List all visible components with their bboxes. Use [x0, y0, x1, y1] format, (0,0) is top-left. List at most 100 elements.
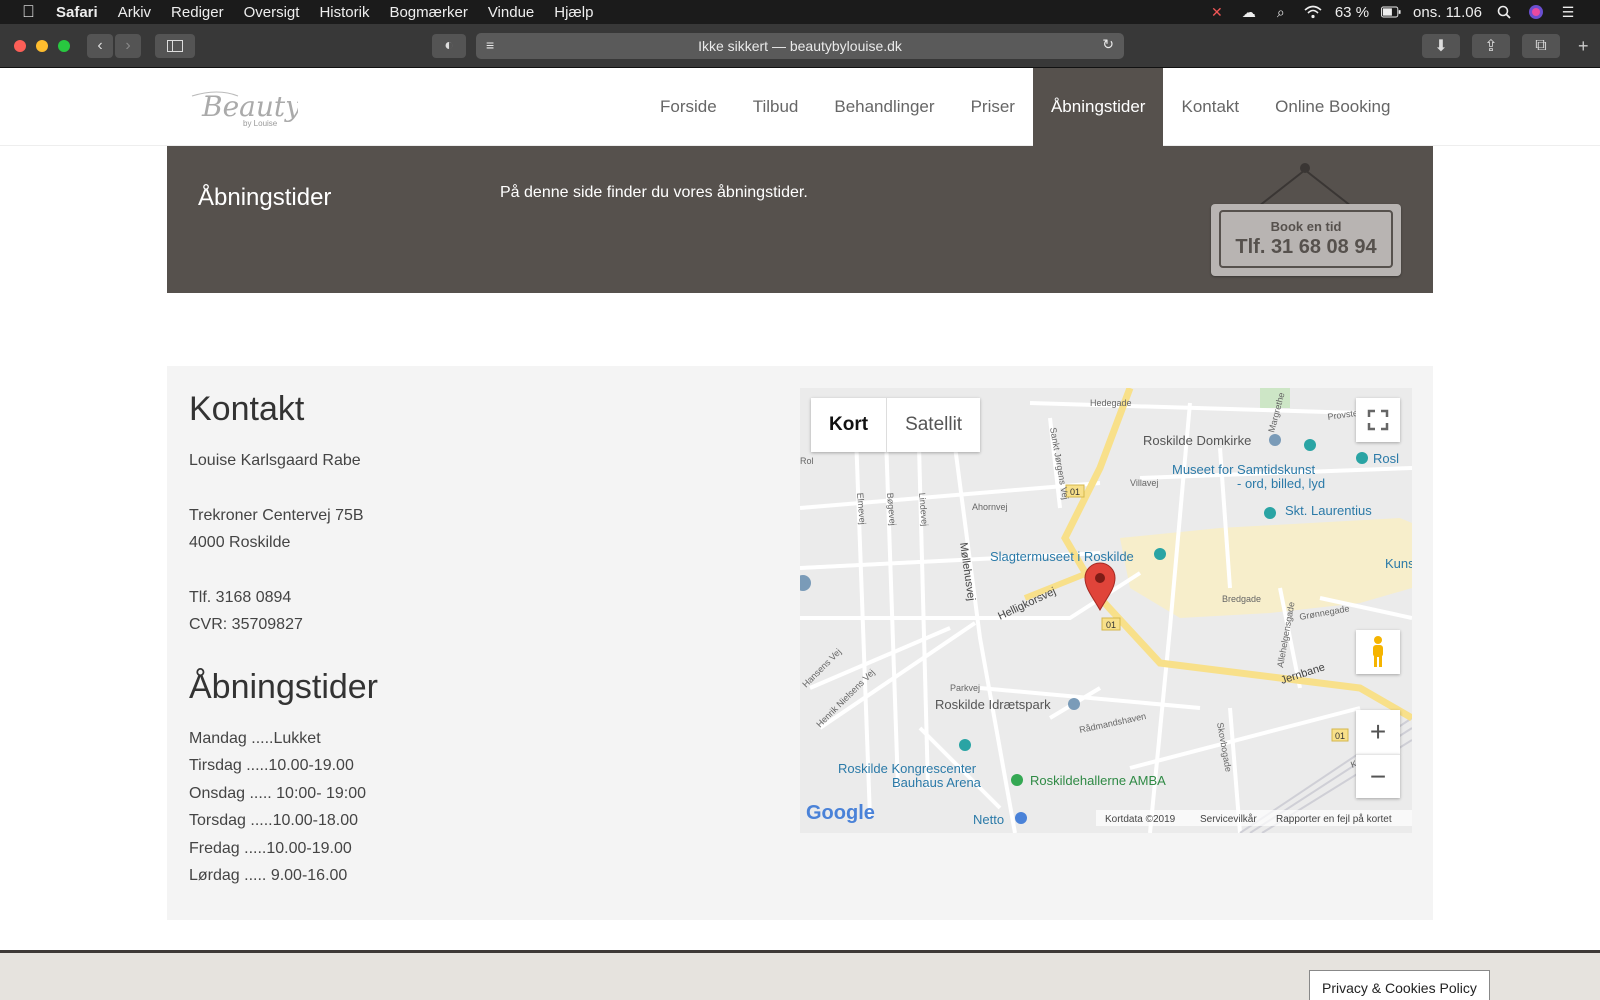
apple-menu-icon[interactable]: : [22, 2, 36, 22]
hours-monday: Mandag .....Lukket: [189, 730, 321, 747]
nav-forside[interactable]: Forside: [642, 68, 735, 146]
window-close-button[interactable]: [14, 40, 26, 52]
contact-heading: Kontakt: [189, 390, 305, 428]
svg-text:Museet for Samtidskunst: Museet for Samtidskunst: [1172, 462, 1315, 477]
sign-board: Book en tid Tlf. 31 68 08 94: [1211, 204, 1401, 276]
hours-tuesday: Tirsdag .....10.00-19.00: [189, 757, 354, 774]
banner-title: Åbningstider: [198, 184, 332, 211]
share-icon[interactable]: ⇪: [1472, 34, 1510, 58]
spotlight-icon[interactable]: [1494, 4, 1514, 20]
hours-heading: Åbningstider: [189, 668, 379, 706]
svg-text:Parkvej: Parkvej: [950, 683, 980, 693]
zoom-out-button[interactable]: −: [1356, 754, 1400, 798]
svg-text:Kuns: Kuns: [1385, 556, 1412, 571]
contact-name: Louise Karlsgaard Rabe: [189, 452, 361, 469]
svg-text:Hedegade: Hedegade: [1090, 398, 1132, 408]
hours-friday: Fredag .....10.00-19.00: [189, 840, 352, 857]
window-minimize-button[interactable]: [36, 40, 48, 52]
svg-text:Slagtermuseet i Roskilde: Slagtermuseet i Roskilde: [990, 549, 1134, 564]
creative-cloud-icon[interactable]: ☁: [1239, 4, 1259, 20]
svg-text:Google: Google: [806, 802, 875, 824]
fullscreen-button[interactable]: [1356, 398, 1400, 442]
window-zoom-button[interactable]: [58, 40, 70, 52]
privacy-shield-icon[interactable]: ◐: [432, 34, 466, 58]
map-type-satellit-button[interactable]: Satellit: [886, 398, 980, 452]
site-footer: Privacy & Cookies Policy: [0, 950, 1600, 1000]
svg-text:Ahornvej: Ahornvej: [972, 502, 1008, 512]
hours-thursday: Torsdag .....10.00-18.00: [189, 812, 358, 829]
web-page: Beauty by Louise Forside Tilbud Behandli…: [0, 68, 1600, 1000]
svg-text:01: 01: [1106, 620, 1116, 630]
svg-text:by Louise: by Louise: [243, 119, 278, 128]
new-tab-icon[interactable]: +: [1578, 36, 1589, 57]
svg-text:Rapporter en fejl på kortet: Rapporter en fejl på kortet: [1276, 813, 1392, 825]
svg-text:- ord, billed, lyd: - ord, billed, lyd: [1237, 476, 1325, 491]
svg-text:Servicevilkår: Servicevilkår: [1200, 813, 1257, 825]
svg-text:Roskilde Domkirke: Roskilde Domkirke: [1143, 433, 1251, 448]
sign-phone: Tlf. 31 68 08 94: [1235, 236, 1377, 258]
svg-text:Rosl: Rosl: [1373, 451, 1399, 466]
reload-icon[interactable]: ↻: [1102, 36, 1114, 53]
sign-frame: Book en tid Tlf. 31 68 08 94: [1219, 210, 1393, 268]
menu-bogmaerker[interactable]: Bogmærker: [389, 4, 467, 21]
zoom-in-button[interactable]: +: [1356, 710, 1400, 754]
nav-behandlinger[interactable]: Behandlinger: [816, 68, 952, 146]
svg-text:Rol: Rol: [800, 456, 814, 466]
contact-city: 4000 Roskilde: [189, 534, 291, 551]
siri-icon[interactable]: [1526, 4, 1546, 20]
menu-rediger[interactable]: Rediger: [171, 4, 224, 21]
nav-kontakt[interactable]: Kontakt: [1163, 68, 1257, 146]
svg-text:Skt. Laurentius: Skt. Laurentius: [1285, 503, 1372, 518]
site-header: Beauty by Louise Forside Tilbud Behandli…: [0, 68, 1600, 146]
browser-toolbar: ‹ › ◐ ≡ Ikke sikkert — beautybylouise.dk…: [0, 24, 1600, 68]
battery-icon[interactable]: [1381, 4, 1401, 20]
menubar-clock[interactable]: ons. 11.06: [1413, 4, 1482, 21]
sign-book-label: Book en tid: [1270, 219, 1342, 234]
menu-oversigt[interactable]: Oversigt: [244, 4, 300, 21]
wifi-icon[interactable]: [1303, 4, 1323, 20]
address-text: Ikke sikkert — beautybylouise.dk: [698, 38, 902, 54]
menu-arkiv[interactable]: Arkiv: [118, 4, 151, 21]
svg-text:Kortdata ©2019: Kortdata ©2019: [1105, 814, 1176, 825]
menu-historik[interactable]: Historik: [319, 4, 369, 21]
svg-text:Bauhaus Arena: Bauhaus Arena: [892, 775, 982, 790]
menu-hjaelp[interactable]: Hjælp: [554, 4, 593, 21]
downloads-icon[interactable]: ⬇: [1422, 34, 1460, 58]
battery-percent: 63 %: [1334, 3, 1370, 21]
contact-section: Kontakt Louise Karlsgaard Rabe Trekroner…: [167, 366, 1433, 920]
banner-text: På denne side finder du vores åbningstid…: [500, 184, 808, 201]
nav-online-booking[interactable]: Online Booking: [1257, 68, 1408, 146]
svg-text:Bredgade: Bredgade: [1222, 594, 1261, 604]
svg-text:Netto: Netto: [973, 812, 1004, 827]
booking-sign[interactable]: Book en tid Tlf. 31 68 08 94: [1209, 162, 1405, 278]
map-attribution: Kortdata ©2019 Servicevilkår Rapporter e…: [1105, 813, 1392, 825]
menu-app-name[interactable]: Safari: [56, 4, 98, 21]
nav-tilbud[interactable]: Tilbud: [735, 68, 817, 146]
address-bar[interactable]: ≡ Ikke sikkert — beautybylouise.dk ↻: [476, 33, 1124, 59]
reader-icon[interactable]: ≡: [486, 37, 494, 53]
google-map[interactable]: 01 01 01 Hedegade Provstestræde Sankt Jø…: [800, 388, 1412, 833]
svg-text:Roskilde Idrætspark: Roskilde Idrætspark: [935, 697, 1051, 712]
nav-priser[interactable]: Priser: [953, 68, 1033, 146]
notification-center-icon[interactable]: ☰: [1558, 4, 1578, 20]
svg-text:Villavej: Villavej: [1130, 478, 1158, 488]
map-type-kort-button[interactable]: Kort: [811, 398, 886, 452]
svg-text:01: 01: [1070, 487, 1080, 497]
street-view-pegman-icon[interactable]: [1356, 630, 1400, 674]
sidebar-toggle-icon[interactable]: [155, 34, 195, 58]
status-app-icon[interactable]: ✕: [1207, 4, 1227, 20]
svg-text:Roskildehallerne AMBA: Roskildehallerne AMBA: [1030, 773, 1166, 788]
search-status-icon[interactable]: ⌕: [1271, 4, 1291, 20]
menu-vindue[interactable]: Vindue: [488, 4, 534, 21]
svg-text:01: 01: [1335, 731, 1345, 741]
svg-text:Roskilde Kongrescenter: Roskilde Kongrescenter: [838, 761, 977, 776]
site-logo[interactable]: Beauty by Louise: [188, 86, 302, 130]
main-nav: Forside Tilbud Behandlinger Priser Åbnin…: [642, 68, 1408, 146]
back-button[interactable]: ‹: [87, 34, 113, 58]
tabs-overview-icon[interactable]: ⧉: [1522, 34, 1560, 58]
privacy-cookies-button[interactable]: Privacy & Cookies Policy: [1309, 970, 1490, 1000]
macos-menubar:  Safari Arkiv Rediger Oversigt Historik…: [0, 0, 1600, 24]
forward-button[interactable]: ›: [115, 34, 141, 58]
nav-abningstider[interactable]: Åbningstider: [1032, 68, 1164, 146]
map-type-control: Kort Satellit: [811, 398, 981, 452]
